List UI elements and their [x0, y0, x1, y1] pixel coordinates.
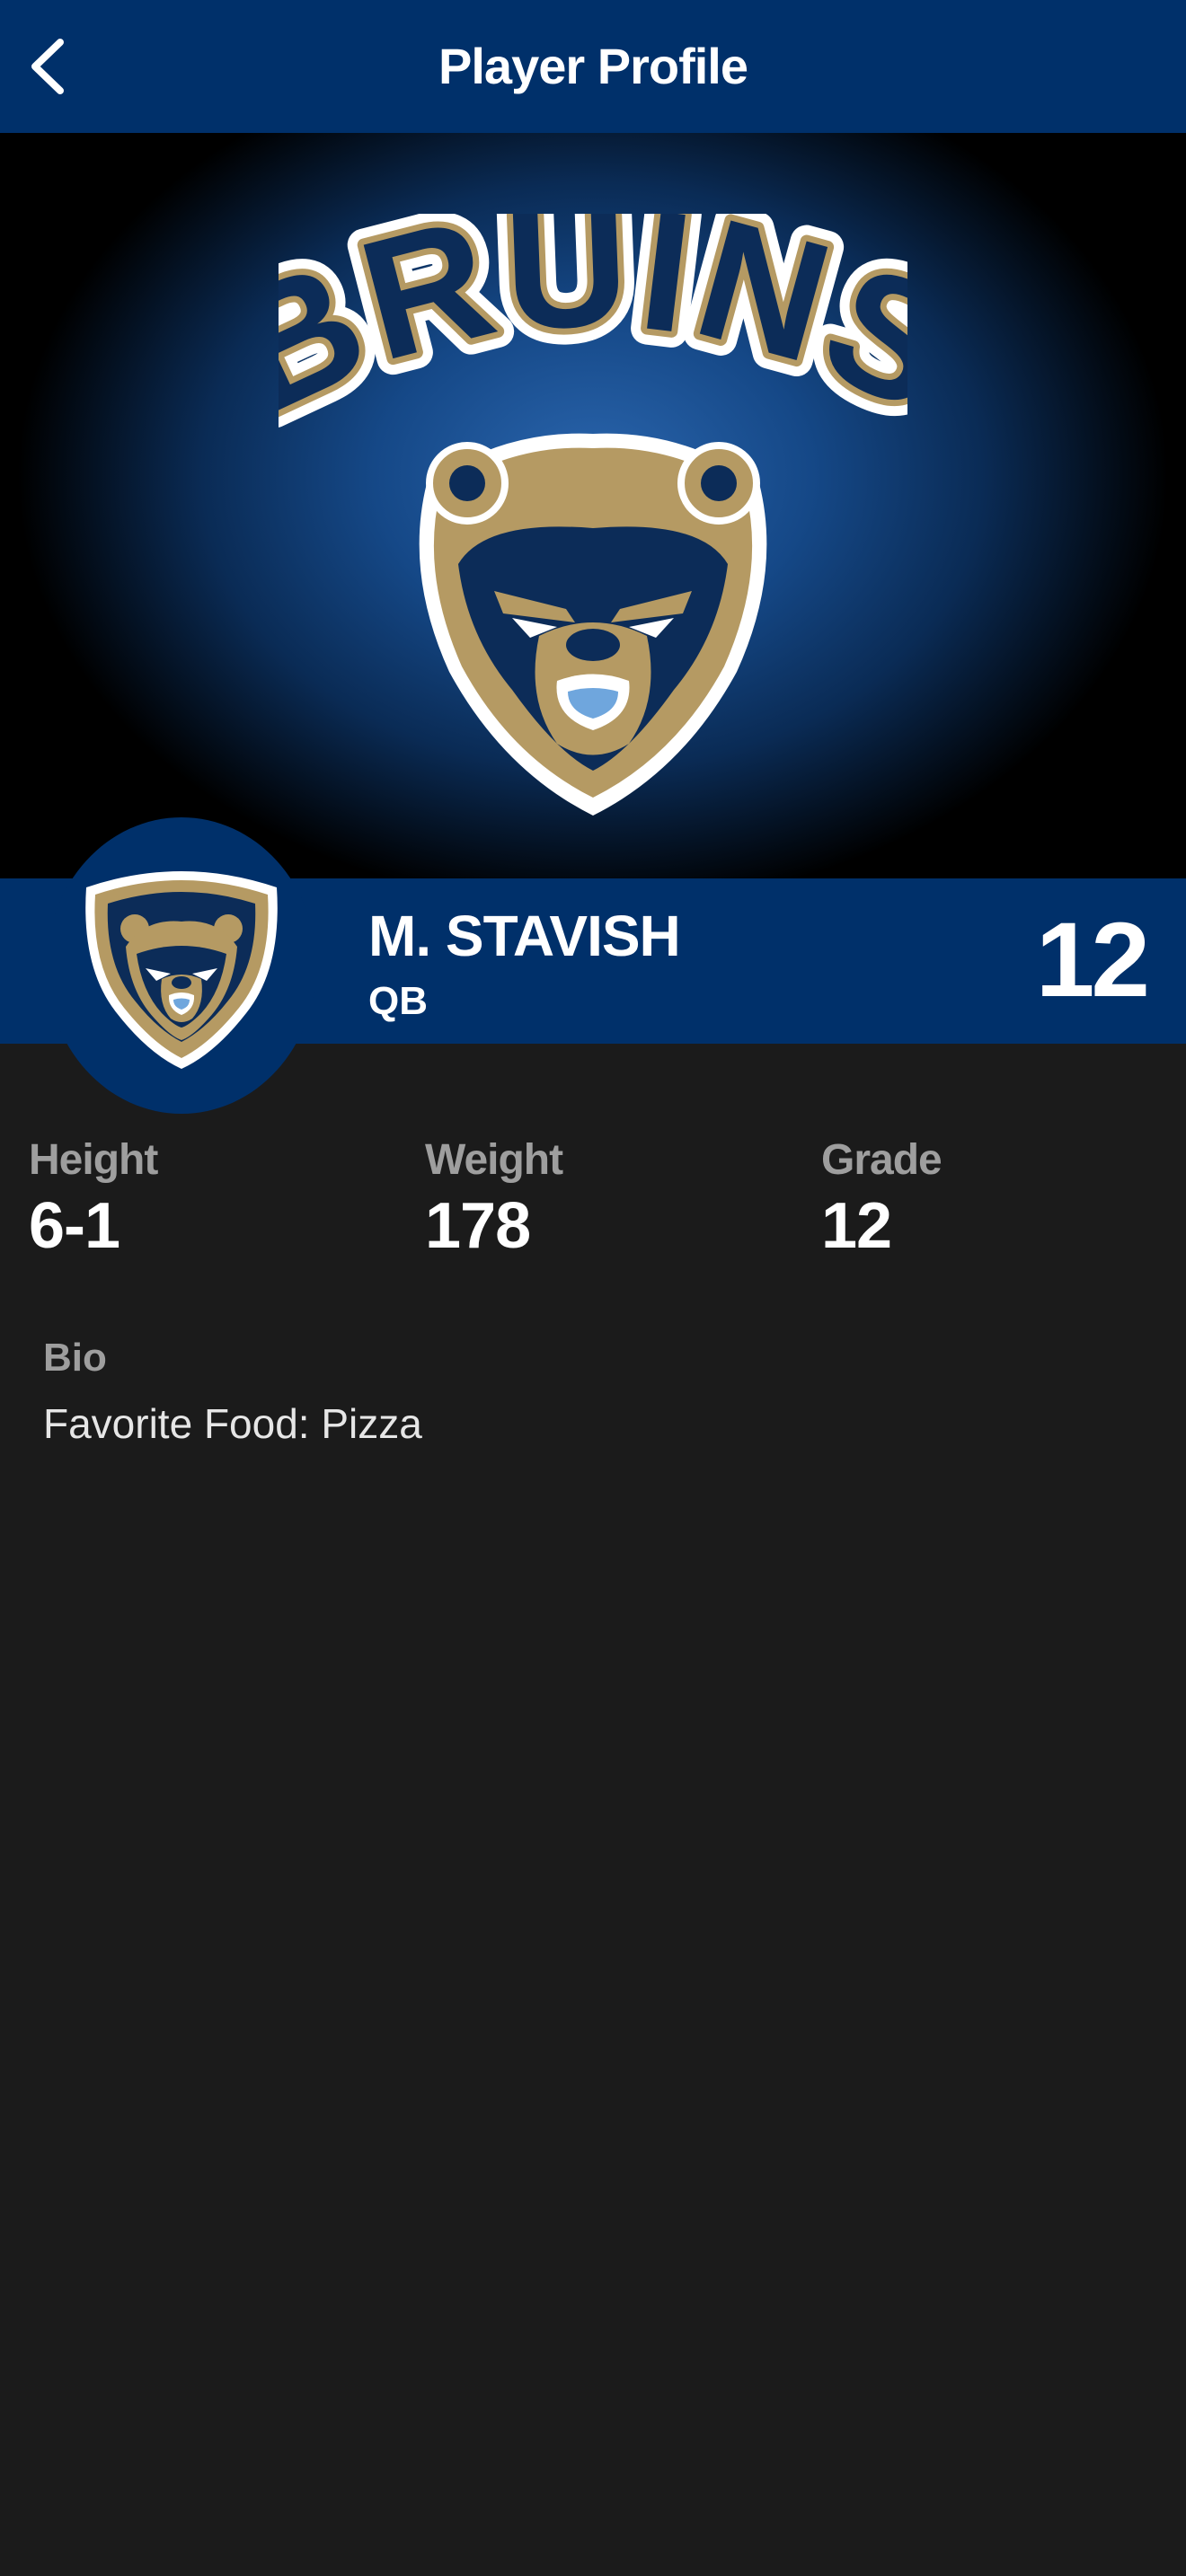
stat-label: Weight [425, 1136, 563, 1184]
stat-height: Height 6-1 [29, 1134, 388, 1263]
stat-label: Height [29, 1136, 158, 1184]
stat-label: Grade [821, 1136, 943, 1184]
page-title: Player Profile [438, 38, 748, 94]
stat-value: 12 [821, 1190, 892, 1262]
stat-value: 178 [425, 1190, 531, 1262]
bio-text: Favorite Food: Pizza [43, 1400, 422, 1447]
stat-weight: Weight 178 [425, 1134, 784, 1263]
team-shield-icon [85, 871, 278, 1069]
bruins-bear-logo: BRUINS BRUINS BRUINS [279, 214, 907, 816]
stat-grade: Grade 12 [821, 1134, 1181, 1263]
top-app-bar: Player Profile [0, 0, 1186, 133]
player-number: 12 [1035, 901, 1150, 1019]
stat-value: 6-1 [29, 1190, 120, 1262]
player-position: QB [368, 979, 428, 1023]
svg-text:BRUINS: BRUINS [279, 214, 907, 450]
player-name: M. STAVISH [368, 904, 681, 968]
team-banner: BRUINS BRUINS BRUINS [0, 133, 1186, 878]
bio-label: Bio [43, 1336, 107, 1380]
